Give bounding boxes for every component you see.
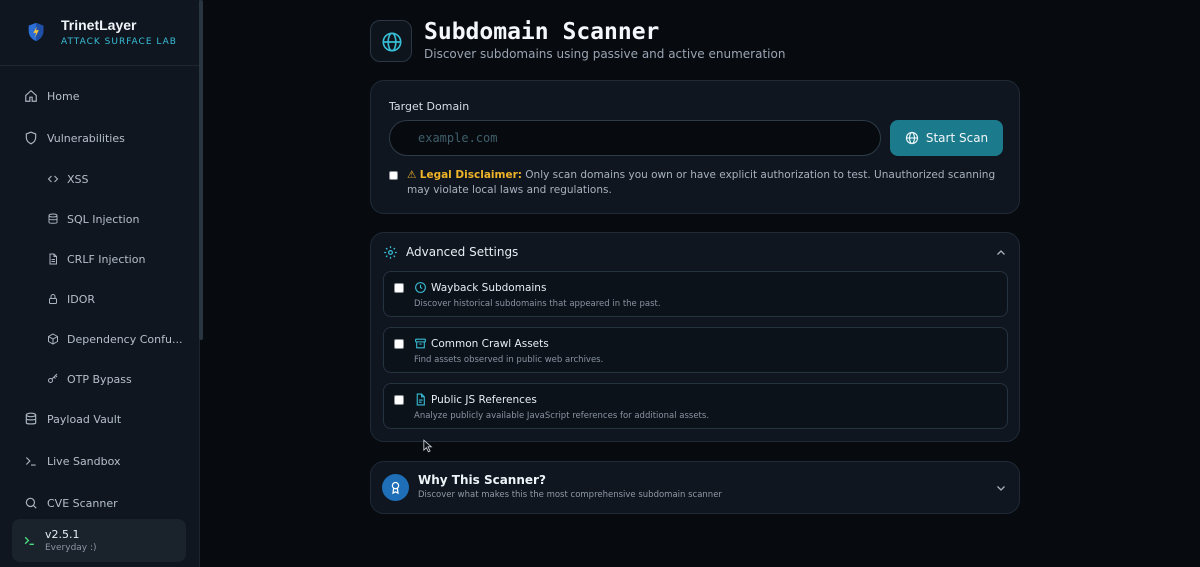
sidebar-item-crlf-injection[interactable]: CRLF Injection (0, 239, 199, 279)
sidebar-item-label: Live Sandbox (47, 454, 121, 468)
terminal-icon (24, 536, 34, 545)
mouse-cursor-icon (423, 439, 433, 453)
sidebar-item-label: SQL Injection (67, 212, 140, 226)
search-icon (25, 497, 37, 509)
globe-icon (382, 32, 402, 52)
sidebar-item-sql-injection[interactable]: SQL Injection (0, 199, 199, 239)
home-icon (25, 89, 37, 102)
award-icon (391, 481, 400, 495)
sidebar: TrinetLayer ATTACK SURFACE LAB Home Vuln… (0, 0, 200, 567)
brand-tagline: ATTACK SURFACE LAB (61, 37, 177, 47)
brand-header[interactable]: TrinetLayer ATTACK SURFACE LAB (0, 0, 199, 66)
sidebar-item-label: CVE Scanner (47, 496, 118, 510)
start-scan-label: Start Scan (925, 131, 989, 145)
chevron-down-icon[interactable] (995, 482, 1007, 494)
option-description: Find assets observed in public web archi… (414, 355, 604, 365)
option-public-js-references[interactable]: Public JS References Analyze publicly av… (383, 383, 1008, 429)
option-title: Common Crawl Assets (431, 338, 549, 350)
legal-consent-checkbox[interactable] (389, 171, 398, 180)
option-checkbox[interactable] (394, 283, 404, 293)
file-code-icon (416, 393, 425, 406)
terminal-icon (25, 457, 36, 466)
sidebar-item-label: Dependency Confu... (67, 332, 183, 346)
sidebar-item-home[interactable]: Home (0, 76, 199, 116)
sidebar-item-vulnerabilities[interactable]: Vulnerabilities (0, 118, 199, 158)
legal-disclaimer-title: Legal Disclaimer: (419, 169, 522, 181)
package-icon (48, 333, 58, 345)
sidebar-item-label: XSS (67, 172, 89, 186)
sidebar-item-label: Payload Vault (47, 412, 122, 426)
database-icon (25, 412, 37, 425)
gear-icon (384, 246, 397, 259)
advanced-settings-title[interactable]: Advanced Settings (406, 245, 518, 259)
why-this-scanner-subtitle: Discover what makes this the most compre… (418, 490, 722, 500)
why-this-scanner-card[interactable]: Why This Scanner? Discover what makes th… (370, 461, 1020, 514)
sidebar-item-otp-bypass[interactable]: OTP Bypass (0, 359, 199, 399)
clock-icon (415, 282, 426, 293)
sidebar-item-label: Vulnerabilities (47, 131, 125, 145)
target-domain-label: Target Domain (389, 100, 470, 113)
sidebar-item-payload-vault[interactable]: Payload Vault (0, 399, 199, 439)
legal-disclaimer: ⚠ Legal Disclaimer: Only scan domains yo… (407, 168, 1007, 198)
archive-icon (415, 338, 426, 349)
option-wayback-subdomains[interactable]: Wayback Subdomains Discover historical s… (383, 271, 1008, 317)
target-domain-input[interactable] (389, 120, 881, 156)
page-title: Subdomain Scanner (424, 19, 660, 45)
option-checkbox[interactable] (394, 395, 404, 405)
file-icon (49, 253, 57, 265)
option-common-crawl-assets[interactable]: Common Crawl Assets Find assets observed… (383, 327, 1008, 373)
sidebar-item-label: Home (47, 89, 80, 103)
option-description: Analyze publicly available JavaScript re… (414, 411, 710, 421)
chevron-up-icon[interactable] (995, 247, 1007, 259)
shield-logo-icon (28, 22, 44, 42)
option-checkbox[interactable] (394, 339, 404, 349)
shield-icon (25, 131, 37, 145)
why-this-scanner-title: Why This Scanner? (418, 473, 546, 487)
option-title: Wayback Subdomains (431, 282, 547, 294)
sidebar-scrollbar[interactable] (199, 0, 203, 340)
target-domain-card: Target Domain Start Scan ⚠ Legal Disclai… (370, 80, 1020, 214)
sidebar-item-label: OTP Bypass (67, 372, 132, 386)
sidebar-item-label: IDOR (67, 292, 96, 306)
sidebar-item-cve-scanner[interactable]: CVE Scanner (0, 483, 199, 523)
sidebar-item-live-sandbox[interactable]: Live Sandbox (0, 441, 199, 481)
option-description: Discover historical subdomains that appe… (414, 299, 661, 309)
start-scan-button[interactable]: Start Scan (890, 120, 1003, 156)
page-subtitle: Discover subdomains using passive and ac… (424, 47, 786, 61)
brand-name: TrinetLayer (61, 17, 137, 33)
lock-icon (49, 294, 57, 304)
version-card[interactable]: v2.5.1 Everyday :) (12, 519, 186, 562)
code-icon (47, 175, 59, 183)
version-tagline: Everyday :) (45, 543, 97, 553)
key-icon (48, 373, 58, 383)
sidebar-item-idor[interactable]: IDOR (0, 279, 199, 319)
warning-icon: ⚠ (407, 169, 417, 181)
globe-icon (905, 131, 918, 145)
version-label: v2.5.1 (45, 528, 80, 541)
sidebar-item-dependency-confusion[interactable]: Dependency Confu... (0, 319, 199, 359)
globe-icon-badge (370, 20, 412, 62)
sidebar-item-label: CRLF Injection (67, 252, 146, 266)
award-icon-badge (382, 474, 409, 501)
sidebar-item-xss[interactable]: XSS (0, 159, 199, 199)
option-title: Public JS References (431, 394, 537, 406)
advanced-settings-card: Advanced Settings Wayback Subdomains Dis… (370, 232, 1020, 442)
database-icon (48, 213, 58, 224)
